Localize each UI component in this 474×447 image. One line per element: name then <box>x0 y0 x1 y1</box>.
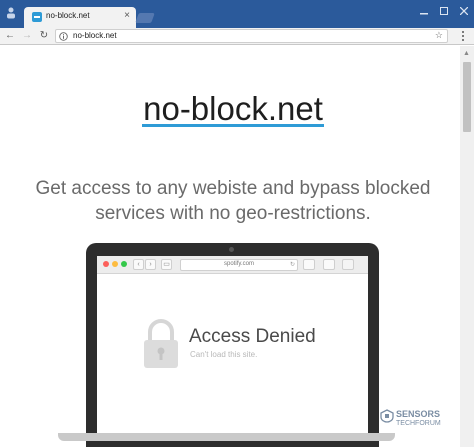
close-tab-icon[interactable]: × <box>124 10 130 22</box>
watermark-line-2: TECHFORUM <box>396 420 441 427</box>
mockup-forward-icon: › <box>145 259 156 270</box>
reload-icon[interactable]: ↻ <box>38 30 50 42</box>
green-dot-icon <box>121 261 127 267</box>
tagline-line-2: services with no geo-restrictions. <box>95 203 371 224</box>
browser-menu-icon[interactable] <box>459 30 467 42</box>
access-denied-subtext: Can't load this site. <box>190 350 258 359</box>
access-denied-heading: Access Denied <box>189 326 316 347</box>
user-profile-icon[interactable] <box>6 7 16 19</box>
mockup-share-icon <box>303 259 315 270</box>
address-bar[interactable]: no-block.net ☆ <box>55 29 448 43</box>
bookmark-star-icon[interactable]: ☆ <box>435 30 443 41</box>
site-title[interactable]: no-block.net <box>6 90 460 128</box>
url-text: no-block.net <box>73 31 117 40</box>
mockup-download-icon <box>342 259 354 270</box>
scroll-up-arrow-icon[interactable]: ▲ <box>463 50 470 58</box>
browser-toolbar: ← → ↻ no-block.net ☆ <box>0 28 474 45</box>
watermark: SENSORS TECHFORUM <box>380 405 460 443</box>
laptop-base <box>58 433 395 441</box>
red-dot-icon <box>103 261 109 267</box>
window-controls <box>420 7 468 15</box>
watermark-line-1: SENSORS <box>396 409 441 419</box>
mockup-address-bar: spotify.com ↻ <box>180 259 298 271</box>
page-scrollbar[interactable]: ▲ <box>460 46 474 447</box>
title-underline <box>142 124 324 127</box>
minimize-icon[interactable] <box>420 7 428 15</box>
browser-tab[interactable]: no-block.net × <box>24 7 136 28</box>
browser-titlebar: no-block.net × <box>0 0 474 28</box>
page-favicon-icon <box>32 12 42 22</box>
mockup-browser-toolbar: ‹ › ▭ spotify.com ↻ <box>97 256 368 274</box>
scroll-thumb[interactable] <box>463 62 471 132</box>
close-window-icon[interactable] <box>460 7 468 15</box>
forward-arrow-icon[interactable]: → <box>21 30 33 42</box>
camera-dot <box>229 247 234 252</box>
tagline-line-1: Get access to any webiste and bypass blo… <box>35 178 431 199</box>
laptop-screen: ‹ › ▭ spotify.com ↻ Access Denied Can't … <box>97 256 368 436</box>
tagline: Get access to any webiste and bypass blo… <box>6 176 460 226</box>
watermark-logo-icon <box>380 409 394 423</box>
back-arrow-icon[interactable]: ← <box>4 30 16 42</box>
mockup-url-text: spotify.com <box>224 261 254 267</box>
page-viewport: no-block.net Get access to any webiste a… <box>6 46 460 447</box>
tab-title: no-block.net <box>46 11 90 20</box>
mockup-back-icon: ‹ <box>133 259 144 270</box>
mockup-tabs-icon <box>323 259 335 270</box>
site-info-icon[interactable] <box>59 32 68 41</box>
lock-icon <box>144 319 178 368</box>
laptop-mockup: ‹ › ▭ spotify.com ↻ Access Denied Can't … <box>86 243 379 447</box>
maximize-icon[interactable] <box>440 7 448 15</box>
mockup-sidebar-icon: ▭ <box>161 259 172 270</box>
yellow-dot-icon <box>112 261 118 267</box>
mockup-reload-icon: ↻ <box>289 262 295 268</box>
new-tab-button[interactable] <box>135 13 155 23</box>
